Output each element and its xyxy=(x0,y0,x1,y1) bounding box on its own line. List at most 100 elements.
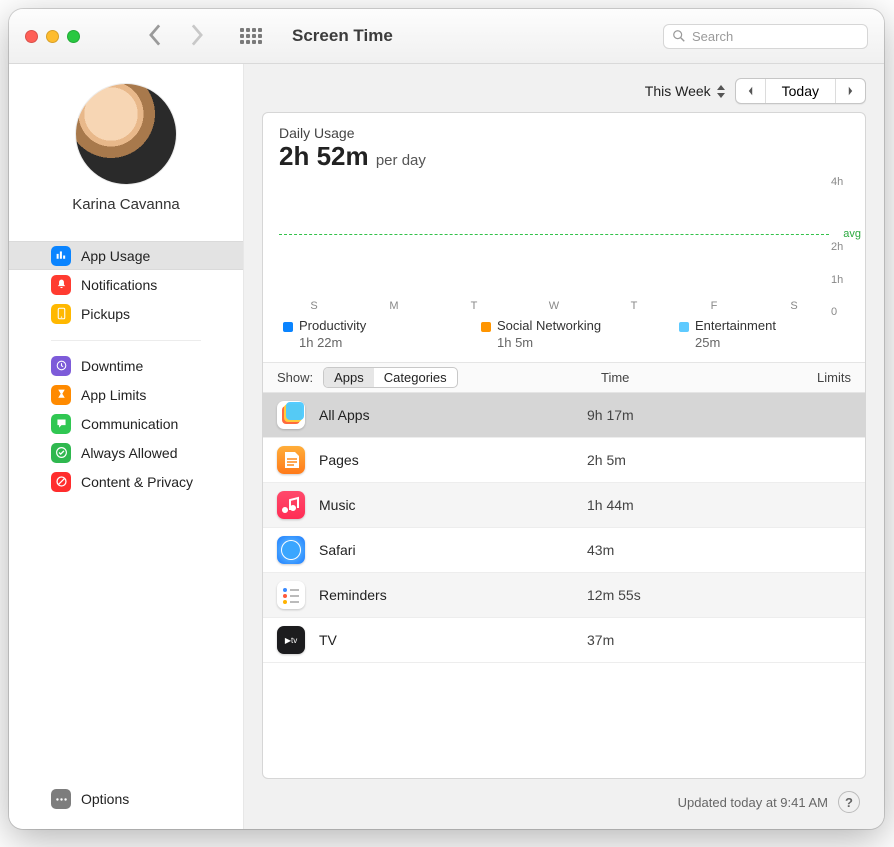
chart-bar: T xyxy=(599,297,669,312)
table-row[interactable]: Pages 2h 5m xyxy=(263,438,865,483)
tv-icon: ▶tv xyxy=(277,626,305,654)
sidebar-item-communication[interactable]: Communication xyxy=(9,409,243,438)
sidebar-item-label: Notifications xyxy=(81,277,157,293)
summary-title: Daily Usage xyxy=(279,125,849,141)
chart-legend: Productivity1h 22m Social Networking1h 5m… xyxy=(263,314,865,362)
chart-bar: W xyxy=(519,297,589,312)
chart-bar: S xyxy=(279,297,349,312)
today-button[interactable]: Today xyxy=(765,79,835,103)
app-usage-icon xyxy=(51,246,71,266)
table-row[interactable]: ▶tv TV 37m xyxy=(263,618,865,663)
always-allowed-icon xyxy=(51,443,71,463)
notifications-icon xyxy=(51,275,71,295)
app-table: All Apps 9h 17m Pages 2h 5m Music 1h 44m… xyxy=(263,393,865,778)
titlebar: Screen Time Search xyxy=(9,9,884,64)
app-name: Pages xyxy=(319,452,573,468)
sidebar-item-label: Options xyxy=(81,791,129,807)
sidebar: Karina Cavanna App Usage Notifications P… xyxy=(9,64,244,829)
pickups-icon xyxy=(51,304,71,324)
sidebar-item-options[interactable]: Options xyxy=(51,789,243,809)
sidebar-item-notifications[interactable]: Notifications xyxy=(9,270,243,299)
updated-label: Updated today at 9:41 AM xyxy=(678,795,828,810)
close-icon[interactable] xyxy=(25,30,38,43)
sidebar-item-label: App Usage xyxy=(81,248,150,264)
show-label: Show: xyxy=(277,370,313,385)
content-privacy-icon xyxy=(51,472,71,492)
sidebar-item-label: Communication xyxy=(81,416,178,432)
legend-item: Entertainment25m xyxy=(679,318,845,350)
usage-panel: Daily Usage 2h 52m per day 01h2h4h avg S… xyxy=(262,112,866,779)
app-name: TV xyxy=(319,632,573,648)
zoom-icon[interactable] xyxy=(67,30,80,43)
sidebar-item-content-privacy[interactable]: Content & Privacy xyxy=(9,467,243,496)
app-time: 9h 17m xyxy=(587,407,777,423)
chart-bar: M xyxy=(359,297,429,312)
pages-icon xyxy=(277,446,305,474)
legend-item: Social Networking1h 5m xyxy=(481,318,647,350)
downtime-icon xyxy=(51,356,71,376)
nav-back-forward xyxy=(148,24,204,49)
reminders-icon xyxy=(277,581,305,609)
app-time: 37m xyxy=(587,632,777,648)
view-toggle: Apps Categories xyxy=(323,367,458,388)
period-label: This Week xyxy=(645,83,711,99)
ytick-label: 0 xyxy=(831,306,837,318)
app-time: 12m 55s xyxy=(587,587,777,603)
xtick-label: F xyxy=(679,300,749,312)
sidebar-item-app-limits[interactable]: App Limits xyxy=(9,380,243,409)
chart-bar: T xyxy=(439,297,509,312)
tab-categories[interactable]: Categories xyxy=(374,368,457,387)
back-button[interactable] xyxy=(148,24,162,49)
sidebar-item-app-usage[interactable]: App Usage xyxy=(9,241,243,270)
ytick-label: 4h xyxy=(831,176,843,188)
app-time: 2h 5m xyxy=(587,452,777,468)
table-row[interactable]: Safari 43m xyxy=(263,528,865,573)
window-title: Screen Time xyxy=(292,26,393,46)
tab-apps[interactable]: Apps xyxy=(324,368,374,387)
xtick-label: T xyxy=(599,300,669,312)
usage-chart: 01h2h4h avg SMTWTFS xyxy=(279,182,829,312)
col-limits-header: Limits xyxy=(791,370,851,385)
next-day-button[interactable] xyxy=(835,79,865,103)
search-icon xyxy=(672,29,686,43)
table-row[interactable]: Music 1h 44m xyxy=(263,483,865,528)
prev-day-button[interactable] xyxy=(736,79,765,103)
period-select[interactable]: This Week xyxy=(645,83,725,99)
sidebar-item-always-allowed[interactable]: Always Allowed xyxy=(9,438,243,467)
sidebar-item-downtime[interactable]: Downtime xyxy=(9,351,243,380)
chart-bar: F xyxy=(679,297,749,312)
sidebar-item-label: App Limits xyxy=(81,387,146,403)
communication-icon xyxy=(51,414,71,434)
sidebar-item-label: Content & Privacy xyxy=(81,474,193,490)
help-button[interactable]: ? xyxy=(838,791,860,813)
app-time: 43m xyxy=(587,542,777,558)
table-row[interactable]: All Apps 9h 17m xyxy=(263,393,865,438)
xtick-label: S xyxy=(759,300,829,312)
app-time: 1h 44m xyxy=(587,497,777,513)
footer: Updated today at 9:41 AM ? xyxy=(262,779,866,815)
summary-value: 2h 52m per day xyxy=(279,141,849,172)
table-row[interactable]: Reminders 12m 55s xyxy=(263,573,865,618)
options-icon xyxy=(51,789,71,809)
ytick-label: 2h xyxy=(831,241,843,253)
xtick-label: S xyxy=(279,300,349,312)
svg-text:▶tv: ▶tv xyxy=(285,636,297,645)
forward-button[interactable] xyxy=(190,24,204,49)
sidebar-separator xyxy=(51,340,201,341)
search-input[interactable]: Search xyxy=(663,24,868,49)
date-range-row: This Week Today xyxy=(262,78,866,104)
sidebar-item-label: Always Allowed xyxy=(81,445,178,461)
sidebar-item-pickups[interactable]: Pickups xyxy=(9,299,243,328)
xtick-label: W xyxy=(519,300,589,312)
app-name: All Apps xyxy=(319,407,573,423)
minimize-icon[interactable] xyxy=(46,30,59,43)
sidebar-item-label: Pickups xyxy=(81,306,130,322)
avg-label: avg xyxy=(843,228,861,240)
app-limits-icon xyxy=(51,385,71,405)
apps-grid-icon[interactable] xyxy=(240,28,262,44)
main-content: This Week Today Daily Usage 2h 52m pe xyxy=(244,64,884,829)
legend-item: Productivity1h 22m xyxy=(283,318,449,350)
avatar[interactable] xyxy=(76,84,176,184)
stack-icon xyxy=(277,401,305,429)
window-controls xyxy=(25,30,80,43)
